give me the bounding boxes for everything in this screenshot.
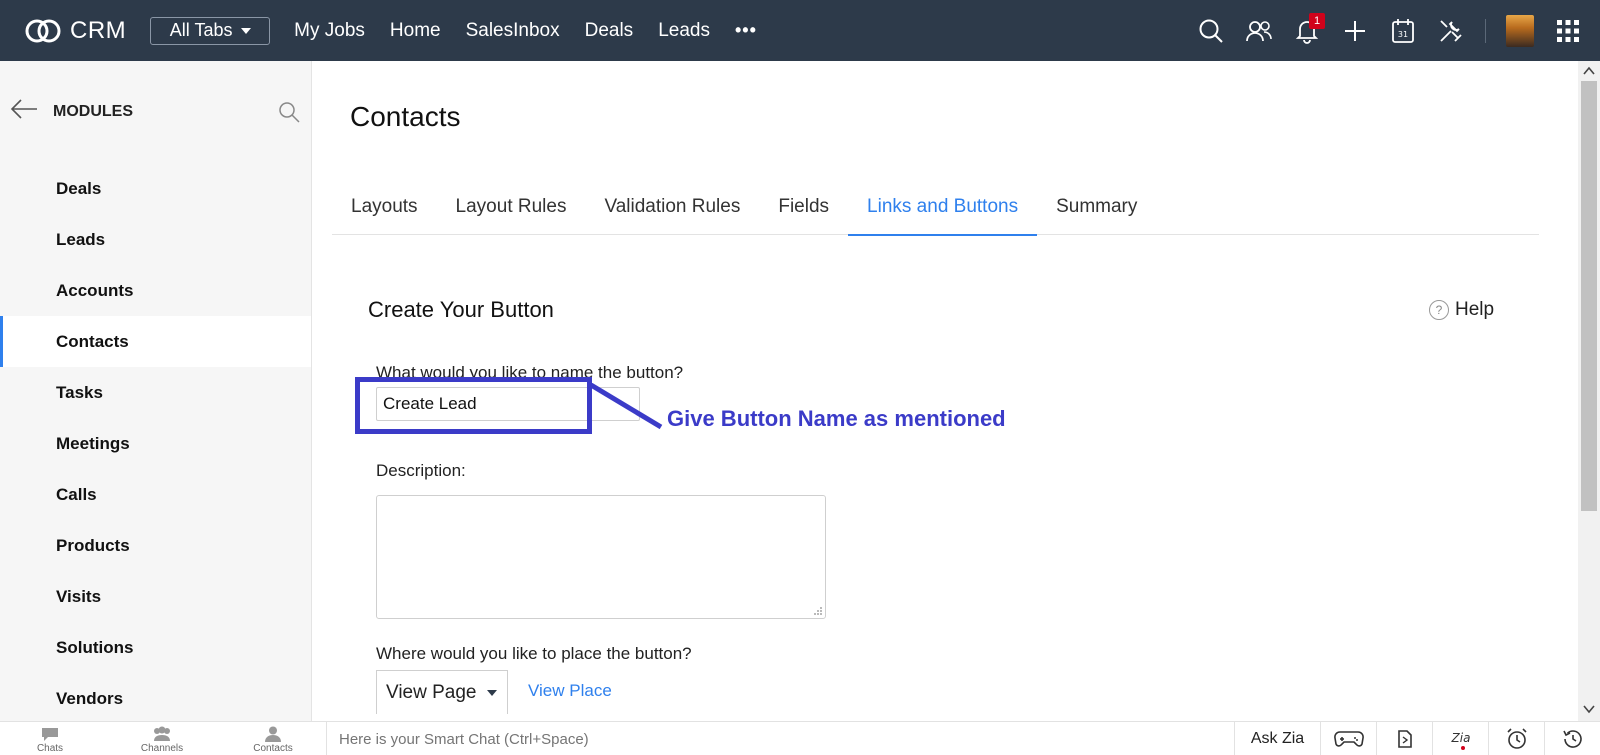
all-tabs-label: All Tabs [169, 20, 233, 40]
scroll-down-icon[interactable] [1583, 704, 1595, 714]
chevron-down-icon [486, 689, 497, 696]
divider [1485, 18, 1486, 43]
alarm-clock-icon[interactable] [1488, 722, 1544, 755]
main-nav: My Jobs Home SalesInbox Deals Leads ••• [294, 20, 757, 42]
nav-salesinbox[interactable]: SalesInbox [466, 20, 560, 42]
sidebar-item-tasks[interactable]: Tasks [0, 367, 311, 418]
placement-select[interactable]: View Page [376, 670, 508, 714]
calendar-icon[interactable]: 31 [1379, 11, 1427, 51]
chevron-down-icon [240, 27, 251, 34]
scroll-up-icon[interactable] [1583, 66, 1595, 76]
section-title: Create Your Button [368, 297, 554, 322]
search-icon[interactable] [1187, 11, 1235, 51]
placement-selected-value: View Page [386, 681, 477, 703]
tools-icon[interactable] [1427, 11, 1475, 51]
channels-label: Channels [140, 743, 184, 754]
crm-brand-text: CRM [70, 16, 127, 44]
annotation-arrow [589, 383, 663, 430]
svg-text:31: 31 [1398, 30, 1408, 39]
user-avatar[interactable] [1496, 11, 1544, 51]
tab-fields[interactable]: Fields [759, 193, 848, 235]
modules-title: MODULES [53, 103, 133, 120]
modules-sidebar: MODULES Deals Leads Accounts Contacts Ta… [0, 61, 312, 721]
contacts-button[interactable]: Contacts [243, 726, 303, 754]
all-tabs-dropdown[interactable]: All Tabs [150, 16, 271, 45]
main-content: Contacts Layouts Layout Rules Validation… [313, 61, 1578, 721]
description-label: Description: [376, 461, 466, 480]
nav-deals[interactable]: Deals [585, 20, 634, 42]
sidebar-item-accounts[interactable]: Accounts [0, 265, 311, 316]
apps-grid-icon[interactable] [1544, 11, 1592, 51]
nav-leads[interactable]: Leads [658, 20, 710, 42]
more-tabs-icon[interactable]: ••• [735, 20, 757, 42]
scrollbar-thumb[interactable] [1581, 81, 1597, 511]
zia-icon[interactable]: Zia [1432, 722, 1488, 755]
top-navigation-bar: CRM All Tabs My Jobs Home SalesInbox Dea… [0, 0, 1600, 61]
note-icon[interactable] [1376, 722, 1432, 755]
sidebar-item-vendors[interactable]: Vendors [0, 673, 311, 724]
contact-person-icon [265, 726, 281, 742]
help-label: Help [1455, 299, 1495, 320]
sidebar-item-products[interactable]: Products [0, 520, 311, 571]
sidebar-item-contacts[interactable]: Contacts [0, 316, 311, 367]
nav-my-jobs[interactable]: My Jobs [294, 20, 365, 42]
gamepad-icon[interactable] [1320, 722, 1376, 755]
channels-icon [154, 726, 170, 741]
annotation-callout-text: Give Button Name as mentioned [667, 406, 1006, 431]
tab-links-and-buttons[interactable]: Links and Buttons [848, 193, 1038, 236]
smart-chat-input[interactable] [326, 722, 1234, 755]
help-link[interactable]: ? Help [1429, 299, 1494, 321]
crm-logo-icon [25, 19, 61, 42]
back-arrow-icon[interactable] [10, 99, 38, 124]
sidebar-item-leads[interactable]: Leads [0, 214, 311, 265]
tab-layouts[interactable]: Layouts [332, 193, 437, 235]
vertical-scrollbar[interactable] [1578, 61, 1600, 721]
plus-icon[interactable] [1331, 11, 1379, 51]
description-textarea[interactable] [376, 495, 826, 619]
contacts-icon[interactable] [1235, 11, 1283, 51]
notification-badge: 1 [1309, 12, 1325, 29]
sidebar-item-visits[interactable]: Visits [0, 571, 311, 622]
bell-icon[interactable]: 1 [1283, 11, 1331, 51]
history-icon[interactable] [1544, 722, 1600, 755]
avatar [1506, 14, 1534, 47]
tab-validation-rules[interactable]: Validation Rules [585, 193, 759, 235]
view-place-link[interactable]: View Place [528, 681, 612, 701]
tab-layout-rules[interactable]: Layout Rules [437, 193, 586, 235]
channels-button[interactable]: Channels [132, 726, 192, 754]
placement-label: Where would you like to place the button… [376, 644, 692, 663]
resize-grip-icon[interactable] [813, 606, 823, 616]
search-icon[interactable] [278, 101, 300, 128]
sidebar-item-deals[interactable]: Deals [0, 163, 311, 214]
contacts-label: Contacts [253, 743, 293, 754]
chat-bubble-icon [42, 728, 58, 741]
sidebar-item-meetings[interactable]: Meetings [0, 418, 311, 469]
bottom-chat-bar: Chats Channels Contacts Ask Zia Zia [0, 721, 1600, 755]
sidebar-item-solutions[interactable]: Solutions [0, 622, 311, 673]
topbar-actions: 1 31 [1187, 0, 1600, 61]
modules-header: MODULES [0, 61, 311, 163]
chats-label: Chats [36, 743, 64, 754]
annotation-highlight-box [355, 377, 592, 434]
ask-zia-button[interactable]: Ask Zia [1234, 722, 1320, 755]
svg-text:Zia: Zia [1450, 731, 1470, 745]
help-icon: ? [1429, 300, 1449, 320]
sidebar-item-calls[interactable]: Calls [0, 469, 311, 520]
nav-home[interactable]: Home [390, 20, 441, 42]
crm-logo[interactable]: CRM [24, 16, 126, 46]
chats-button[interactable]: Chats [20, 726, 80, 754]
page-title: Contacts [350, 101, 461, 132]
module-tabs: Layouts Layout Rules Validation Rules Fi… [332, 193, 1539, 236]
tab-summary[interactable]: Summary [1037, 193, 1156, 235]
